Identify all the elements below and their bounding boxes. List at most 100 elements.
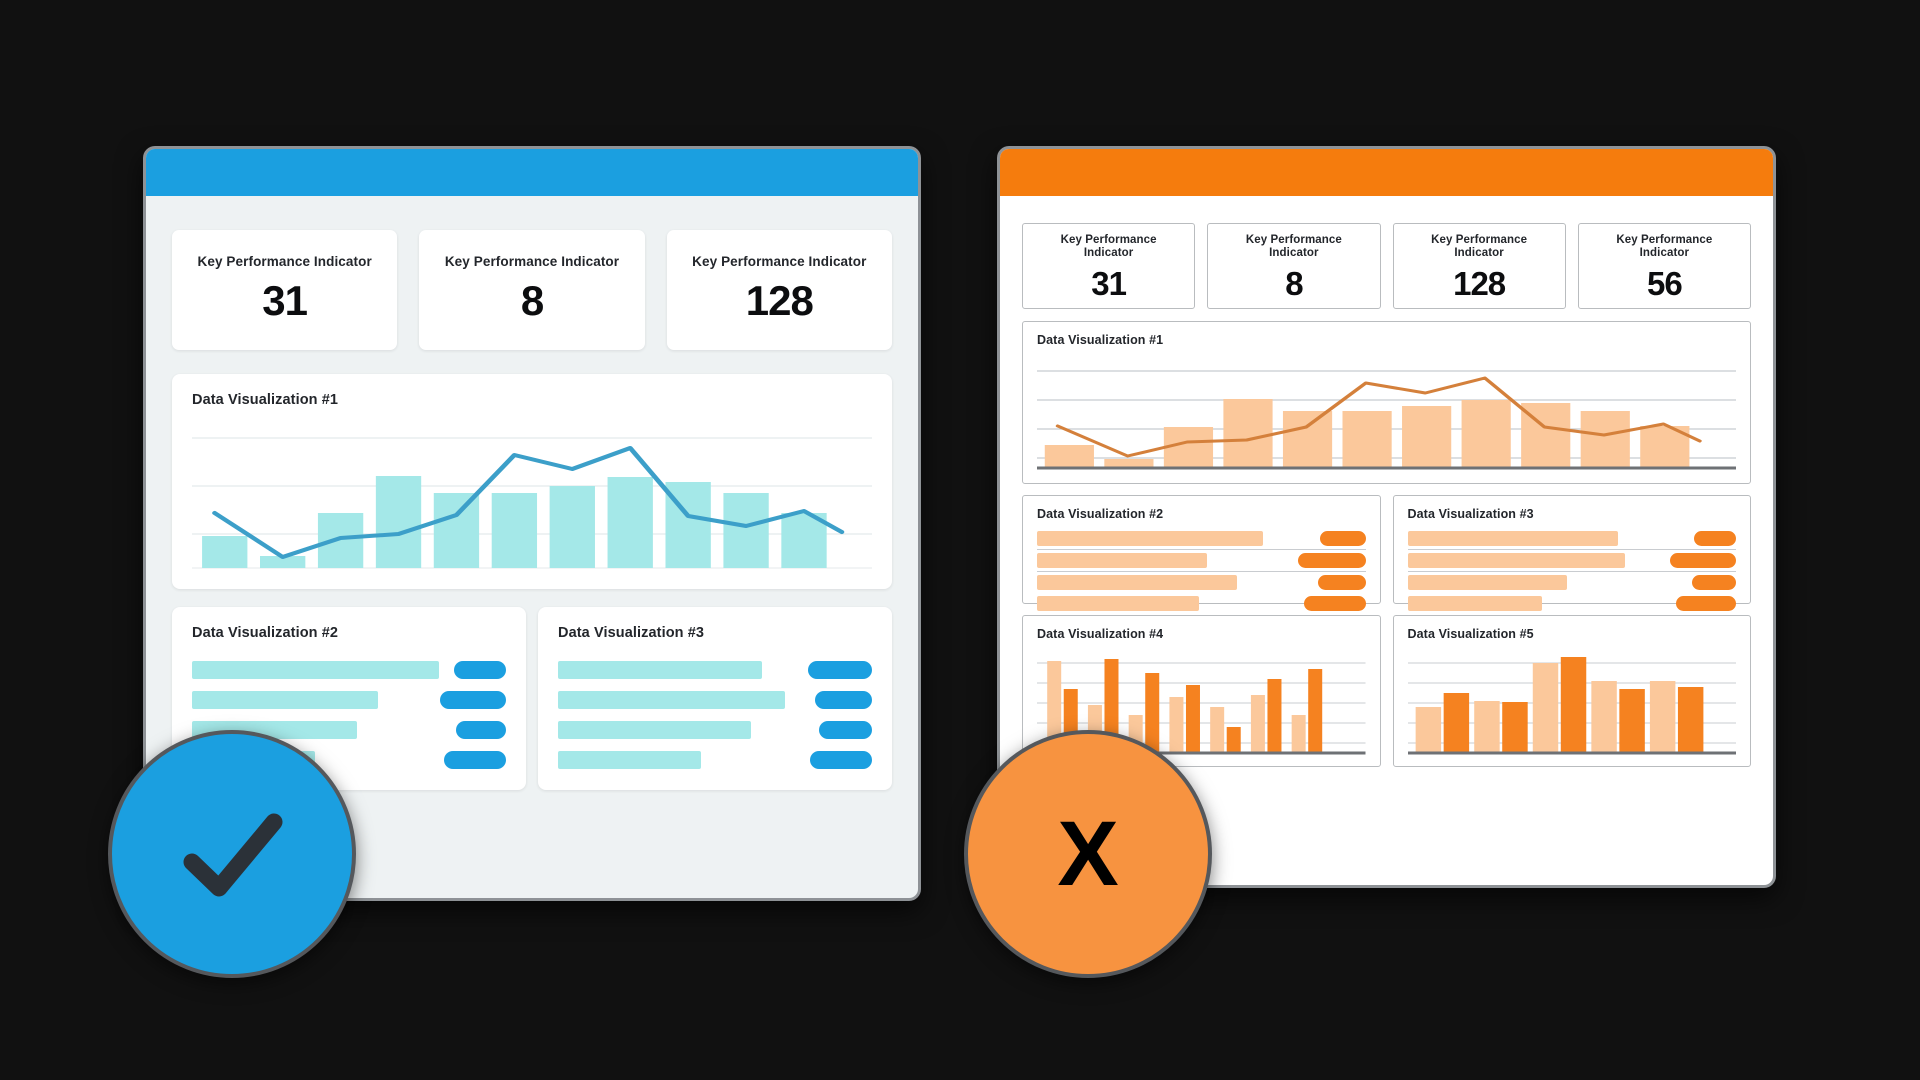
x-icon: X <box>1057 803 1119 905</box>
kpi-label: Key Performance Indicator <box>1616 233 1713 259</box>
kpi-label: Key Performance Indicator <box>692 254 867 270</box>
hbar-row[interactable] <box>1407 572 1736 593</box>
chart-svg <box>1407 657 1736 755</box>
hbar-track <box>1037 553 1288 568</box>
bars <box>1415 657 1703 753</box>
hbar-row[interactable] <box>1037 550 1366 571</box>
kpi-value: 31 <box>262 276 308 324</box>
kpi-card[interactable]: Key Performance Indicator 56 <box>1577 223 1751 309</box>
chart-svg <box>1037 370 1736 470</box>
hbar-row[interactable] <box>1037 593 1366 614</box>
hbar-track <box>192 691 430 709</box>
hbar-pill[interactable] <box>1676 596 1736 611</box>
card-title: Data Visualization #4 <box>1037 627 1164 641</box>
good-kpi-row: Key Performance Indicator 31 Key Perform… <box>172 230 892 350</box>
hbar-track <box>1407 531 1685 546</box>
hbar-track <box>1407 596 1667 611</box>
hbar-track <box>1407 553 1661 568</box>
hbar-row[interactable] <box>558 655 872 685</box>
bad-viz2-card[interactable]: Data Visualization #2 <box>1022 495 1381 611</box>
card-title: Data Visualization #2 <box>192 625 339 641</box>
card-title: Data Visualization #3 <box>1407 507 1534 521</box>
hbar-row[interactable] <box>1407 528 1736 549</box>
hbar-list <box>558 655 872 775</box>
hbar-fill <box>192 691 378 709</box>
kpi-card[interactable]: Key Performance Indicator 8 <box>1207 223 1381 309</box>
kpi-card[interactable]: Key Performance Indicator 128 <box>1392 223 1566 309</box>
bad-panel-header-bar <box>1000 149 1773 196</box>
kpi-card[interactable]: Key Performance Indicator 8 <box>419 230 645 350</box>
hbar-row[interactable] <box>1037 572 1366 593</box>
rejected-x-badge[interactable]: X <box>964 730 1212 978</box>
kpi-label: Key Performance Indicator <box>1060 233 1157 259</box>
hbar-pill[interactable] <box>1303 596 1366 611</box>
hbar-pill[interactable] <box>454 661 506 679</box>
card-title: Data Visualization #5 <box>1407 627 1534 641</box>
hbar-list <box>1037 528 1366 614</box>
hbar-row[interactable] <box>192 685 506 715</box>
kpi-value: 128 <box>745 276 814 324</box>
kpi-label: Key Performance Indicator <box>444 254 620 270</box>
hbar-track <box>1407 575 1683 590</box>
hbar-pill[interactable] <box>440 691 506 709</box>
canvas: Key Performance Indicator 31 Key Perform… <box>0 0 1920 1080</box>
hbar-pill[interactable] <box>1319 531 1366 546</box>
hbar-pill[interactable] <box>1670 553 1736 568</box>
bad-dual-row-1: Data Visualization #2 Data Visualization… <box>1022 495 1751 611</box>
hbar-fill <box>558 751 701 769</box>
hbar-fill <box>558 691 786 709</box>
hbar-fill <box>192 661 439 679</box>
hbar-row[interactable] <box>1407 593 1736 614</box>
hbar-fill <box>1037 531 1264 546</box>
hbar-track <box>1037 575 1308 590</box>
card-title: Data Visualization #3 <box>558 625 705 641</box>
kpi-value: 8 <box>520 276 544 324</box>
hbar-pill[interactable] <box>1694 531 1736 546</box>
kpi-value: 31 <box>1091 265 1127 303</box>
bad-kpi-row: Key Performance Indicator 31 Key Perform… <box>1022 223 1751 309</box>
kpi-label: Key Performance Indicator <box>1431 233 1528 259</box>
card-title: Data Visualization #1 <box>1037 333 1164 347</box>
kpi-value: 128 <box>1453 265 1506 303</box>
bad-viz1-card[interactable]: Data Visualization #1 <box>1022 321 1751 484</box>
hbar-row[interactable] <box>558 685 872 715</box>
hbar-track <box>1037 531 1310 546</box>
hbar-pill[interactable] <box>1297 553 1366 568</box>
hbar-track <box>192 661 444 679</box>
kpi-card[interactable]: Key Performance Indicator 31 <box>1022 223 1196 309</box>
hbar-pill[interactable] <box>1317 575 1366 590</box>
hbar-track <box>558 661 798 679</box>
hbar-pill[interactable] <box>444 751 506 769</box>
hbar-pill[interactable] <box>810 751 872 769</box>
bad-panel-body: Key Performance Indicator 31 Key Perform… <box>1000 196 1773 785</box>
good-viz3-card[interactable]: Data Visualization #3 <box>538 607 892 790</box>
check-icon <box>183 813 283 897</box>
hbar-track <box>558 751 800 769</box>
hbar-fill <box>1037 575 1238 590</box>
good-viz1-card[interactable]: Data Visualization #1 <box>172 374 892 589</box>
hbar-row[interactable] <box>1037 528 1366 549</box>
bad-viz3-card[interactable]: Data Visualization #3 <box>1392 495 1751 611</box>
hbar-row[interactable] <box>1407 550 1736 571</box>
kpi-card[interactable]: Key Performance Indicator 31 <box>172 230 398 350</box>
hbar-row[interactable] <box>192 655 506 685</box>
hbar-fill <box>1037 596 1199 611</box>
hbar-pill[interactable] <box>808 661 872 679</box>
hbar-pill[interactable] <box>456 721 506 739</box>
hbar-fill <box>1037 553 1208 568</box>
hbar-pill[interactable] <box>815 691 872 709</box>
hbar-pill[interactable] <box>819 721 872 739</box>
hbar-row[interactable] <box>558 715 872 745</box>
hbar-pill[interactable] <box>1692 575 1736 590</box>
chart-svg <box>192 437 872 569</box>
card-title: Data Visualization #1 <box>192 392 339 408</box>
hbar-row[interactable] <box>558 745 872 775</box>
kpi-card[interactable]: Key Performance Indicator 128 <box>666 230 892 350</box>
bar-chart-bad-5 <box>1407 645 1736 758</box>
combo-chart-bad-1 <box>1037 353 1736 473</box>
approved-check-badge[interactable] <box>108 730 356 978</box>
hbar-track <box>1037 596 1294 611</box>
bad-viz5-card[interactable]: Data Visualization #5 <box>1392 615 1751 767</box>
kpi-value: 56 <box>1647 265 1683 303</box>
hbar-fill <box>1407 531 1618 546</box>
